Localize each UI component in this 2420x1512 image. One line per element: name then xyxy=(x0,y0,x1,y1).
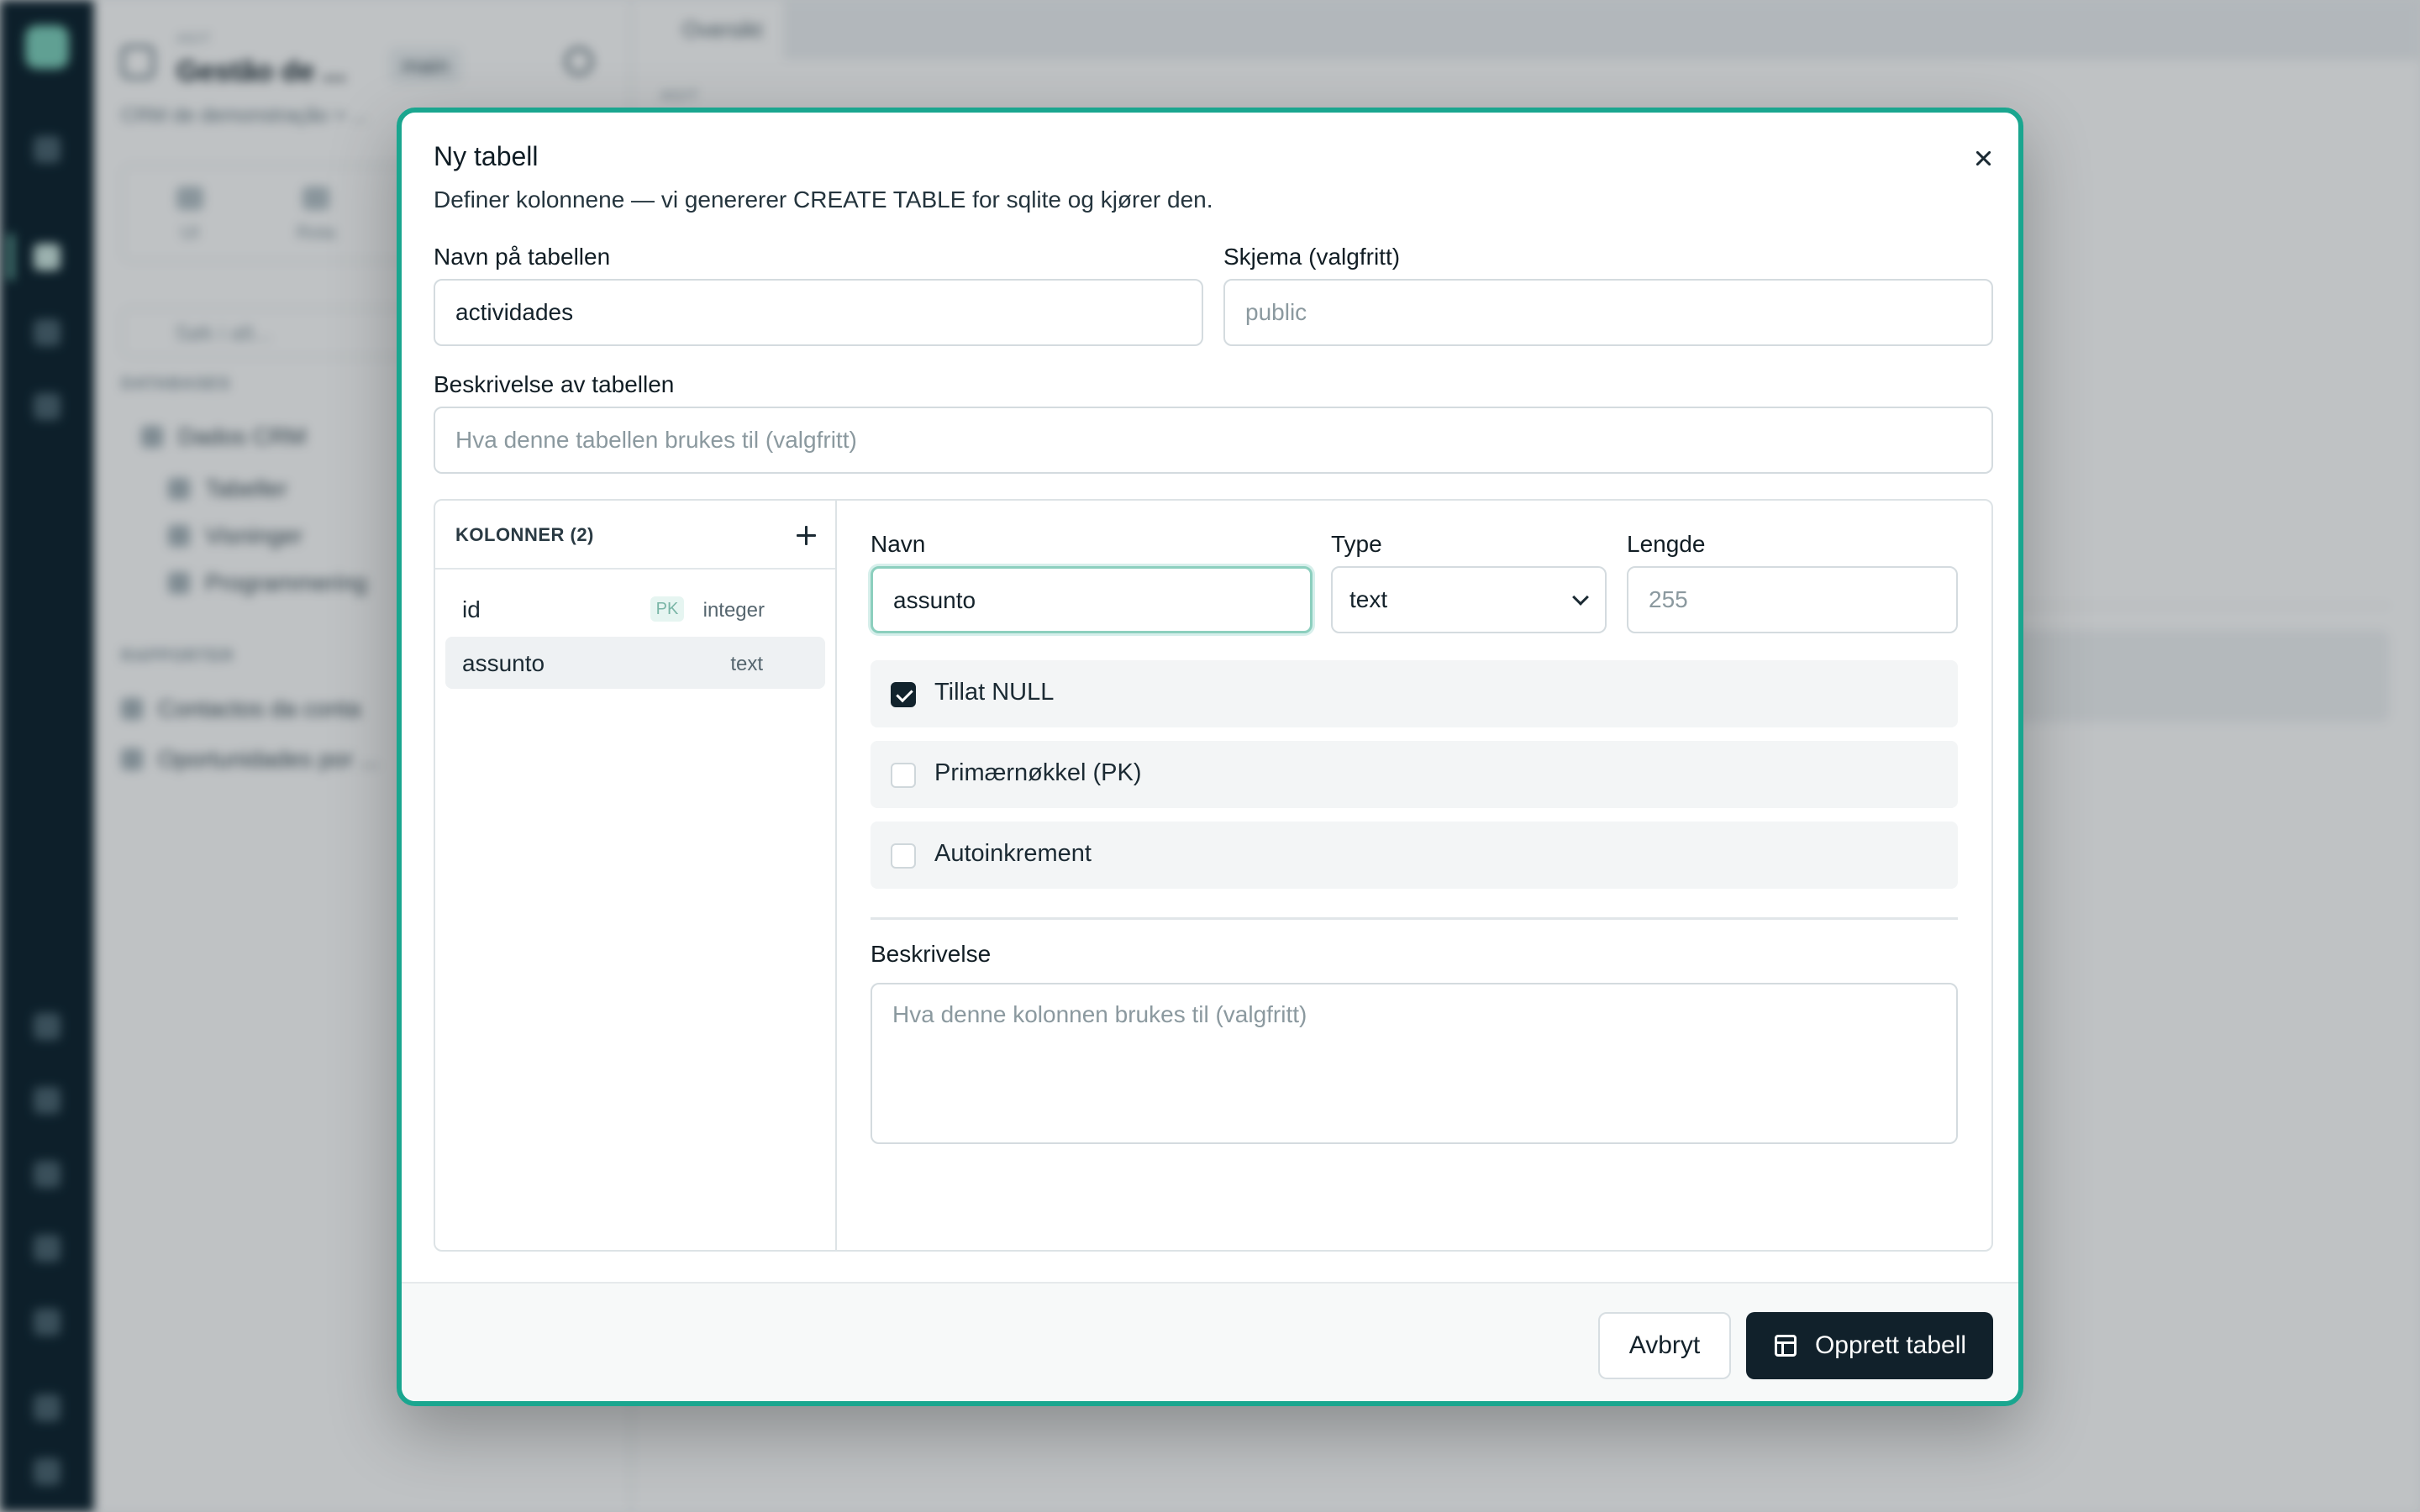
dialog-title: Ny tabell xyxy=(434,141,539,171)
column-type: text xyxy=(730,653,763,675)
create-table-button[interactable]: Opprett tabell xyxy=(1746,1312,1993,1379)
column-detail-panel: Navn assunto Type text Lengde 255 Tillat… xyxy=(837,501,1991,1250)
checkbox-checked-icon[interactable] xyxy=(891,682,916,707)
columns-count: KOLONNER (2) xyxy=(455,524,594,545)
create-table-label: Opprett tabell xyxy=(1814,1331,1967,1359)
columns-list-header: KOLONNER (2) xyxy=(435,501,835,570)
schema-input[interactable]: public xyxy=(1223,279,1993,346)
columns-editor: KOLONNER (2) id PK integer assunto text … xyxy=(434,499,1993,1252)
column-type-select[interactable]: text xyxy=(1331,566,1607,633)
column-row-id[interactable]: id PK integer xyxy=(445,583,825,635)
column-type-value: text xyxy=(1349,586,1388,612)
autoincrement-option[interactable]: Autoinkrement xyxy=(871,822,1958,889)
column-type-label: Type xyxy=(1331,531,1382,557)
divider xyxy=(871,917,1958,920)
column-name: assunto xyxy=(462,650,545,676)
table-icon xyxy=(1775,1335,1797,1357)
plus-icon[interactable] xyxy=(788,517,823,553)
column-length-label: Lengde xyxy=(1627,531,1706,557)
column-description-textarea[interactable]: Hva denne kolonnen brukes til (valgfritt… xyxy=(871,983,1958,1144)
column-description-label: Beskrivelse xyxy=(871,941,992,967)
column-name: id xyxy=(462,596,481,622)
pk-badge: PK xyxy=(650,596,684,622)
checkbox-icon[interactable] xyxy=(891,843,916,869)
allow-null-label: Tillat NULL xyxy=(934,679,1055,706)
cancel-button[interactable]: Avbryt xyxy=(1598,1312,1731,1379)
column-name-label: Navn xyxy=(871,531,926,557)
dialog-footer: Avbryt Opprett tabell xyxy=(402,1282,2018,1401)
new-table-dialog: Ny tabell Definer kolonnene — vi generer… xyxy=(397,108,2023,1406)
table-description-input[interactable]: Hva denne tabellen brukes til (valgfritt… xyxy=(434,407,1993,474)
columns-list-panel: KOLONNER (2) id PK integer assunto text xyxy=(435,501,837,1250)
chevron-down-icon xyxy=(1572,589,1589,606)
schema-label: Skjema (valgfritt) xyxy=(1223,244,1401,270)
table-description-label: Beskrivelse av tabellen xyxy=(434,371,675,397)
table-name-input[interactable]: actividades xyxy=(434,279,1203,346)
column-name-input[interactable]: assunto xyxy=(871,566,1313,633)
column-type: integer xyxy=(702,599,765,622)
table-name-label: Navn på tabellen xyxy=(434,244,611,270)
allow-null-option[interactable]: Tillat NULL xyxy=(871,660,1958,727)
column-row-assunto[interactable]: assunto text xyxy=(445,637,825,689)
autoincrement-label: Autoinkrement xyxy=(934,840,1092,867)
primary-key-label: Primærnøkkel (PK) xyxy=(934,759,1142,786)
dialog-subtitle: Definer kolonnene — vi genererer CREATE … xyxy=(434,186,1213,213)
close-icon[interactable] xyxy=(1966,141,2000,175)
primary-key-option[interactable]: Primærnøkkel (PK) xyxy=(871,741,1958,808)
column-length-input[interactable]: 255 xyxy=(1627,566,1958,633)
checkbox-icon[interactable] xyxy=(891,763,916,788)
